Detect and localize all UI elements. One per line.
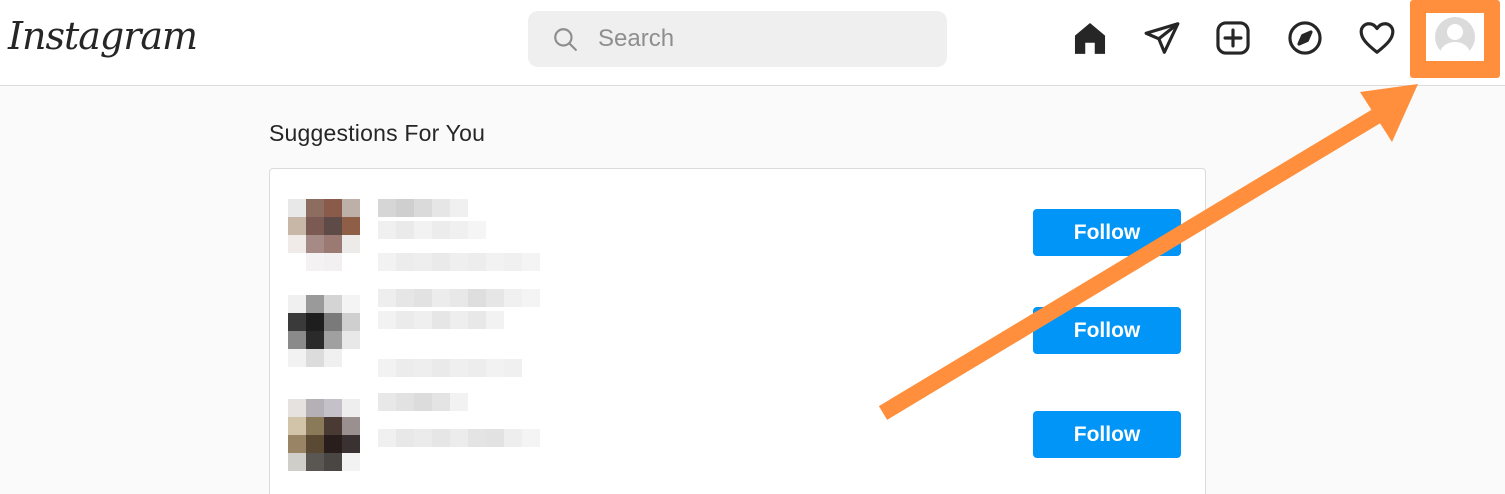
top-navigation-bar: Instagram Search xyxy=(0,0,1505,86)
username-blurred[interactable] xyxy=(378,393,468,411)
activity-heart-icon[interactable] xyxy=(1357,18,1397,58)
profile-button[interactable] xyxy=(1426,13,1484,61)
user-subtitle-blurred xyxy=(378,429,540,447)
new-post-icon[interactable] xyxy=(1213,18,1253,58)
suggestion-row: Follow xyxy=(270,191,1205,291)
user-subtitle-blurred xyxy=(378,311,504,329)
username-blurred[interactable] xyxy=(378,289,540,307)
suggestions-title: Suggestions For You xyxy=(269,120,486,146)
search-field[interactable]: Search xyxy=(528,11,947,67)
follow-button[interactable]: Follow xyxy=(1033,307,1181,354)
profile-highlight-box xyxy=(1410,0,1500,78)
username-blurred[interactable] xyxy=(378,199,468,217)
search-icon xyxy=(554,28,577,51)
follow-button[interactable]: Follow xyxy=(1033,209,1181,256)
user-avatar-blurred[interactable] xyxy=(288,199,360,271)
home-icon[interactable] xyxy=(1070,18,1110,58)
instagram-logo[interactable]: Instagram xyxy=(8,14,198,58)
user-avatar-blurred[interactable] xyxy=(288,399,360,471)
user-avatar-blurred[interactable] xyxy=(288,295,360,367)
search-placeholder: Search xyxy=(598,25,675,52)
user-subtitle-blurred xyxy=(378,221,486,239)
follow-button[interactable]: Follow xyxy=(1033,411,1181,458)
suggestions-card: Follow Follow Follow xyxy=(269,168,1206,494)
user-meta-blurred xyxy=(378,359,522,377)
suggestion-row: Follow xyxy=(270,391,1205,491)
user-meta-blurred xyxy=(378,253,540,271)
explore-compass-icon[interactable] xyxy=(1285,18,1325,58)
direct-message-icon[interactable] xyxy=(1142,18,1182,58)
suggestion-row: Follow xyxy=(270,287,1205,387)
profile-avatar-icon xyxy=(1435,17,1475,57)
